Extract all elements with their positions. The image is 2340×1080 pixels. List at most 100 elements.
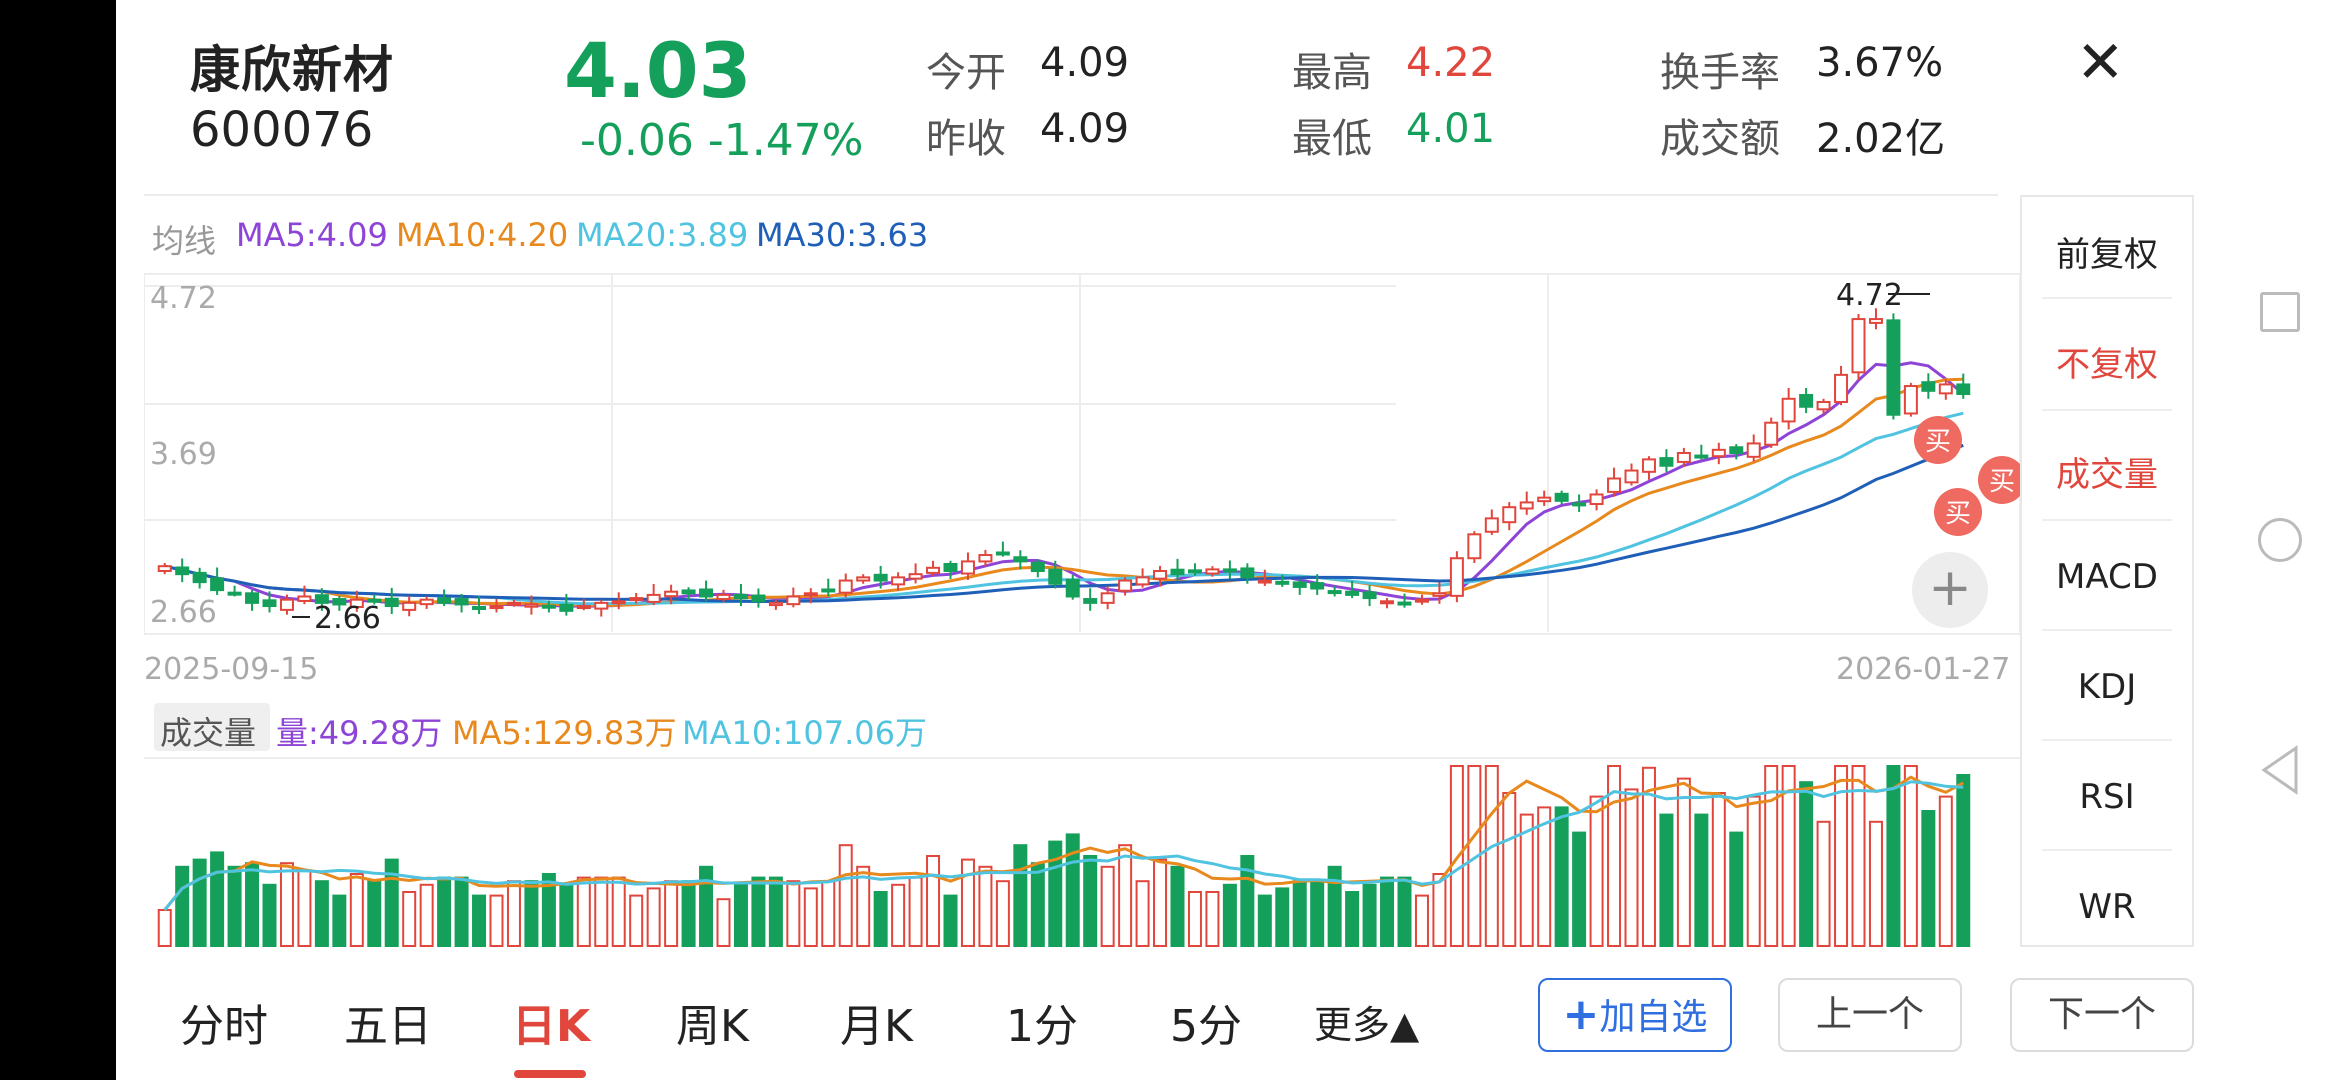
volume-bar	[576, 876, 591, 947]
volume-bar	[1938, 795, 1953, 947]
stock-detail-page: 康欣新材 600076 4.03 -0.06 -1.47% 今开 4.09 昨收…	[116, 0, 2220, 1080]
menu-kdj[interactable]: KDJ	[2022, 667, 2192, 707]
volume-bar	[1572, 831, 1587, 947]
volume-bar	[1502, 792, 1517, 947]
volume-bar	[995, 880, 1010, 947]
volume-bar	[751, 876, 766, 947]
volume-bar	[210, 851, 225, 947]
volume-ma10: MA10:107.06万	[682, 714, 927, 752]
back-icon[interactable]	[2260, 744, 2300, 796]
volume-bar	[279, 862, 294, 947]
candle	[1764, 417, 1779, 448]
end-date: 2026-01-27	[1836, 652, 2010, 687]
tab-1min[interactable]: 1分	[1006, 990, 1078, 1054]
volume-bar	[1013, 844, 1028, 947]
candle	[1903, 382, 1918, 417]
volume-bar	[1589, 795, 1604, 947]
ma-legend-label: 均线	[152, 222, 217, 260]
price-change: -0.06 -1.47%	[580, 115, 864, 166]
tab-intraday[interactable]: 分时	[180, 990, 268, 1054]
volume-bar	[1868, 820, 1883, 947]
menu-volume[interactable]: 成交量	[2022, 447, 2192, 496]
volume-bar	[1310, 880, 1325, 947]
candle	[1886, 313, 1901, 420]
low-value: 4.01	[1406, 106, 1496, 152]
tab-five-day[interactable]: 五日	[344, 990, 432, 1054]
stock-name: 康欣新材	[190, 41, 394, 99]
volume-bar	[332, 894, 347, 948]
volume-bar	[1537, 806, 1552, 948]
volume-bar	[1624, 788, 1639, 948]
recent-apps-icon[interactable]	[2260, 292, 2300, 332]
high-value: 4.22	[1406, 40, 1496, 86]
volume-bar	[402, 891, 417, 947]
low-annotation: 2.66	[314, 601, 381, 636]
buy-signal[interactable]: 买	[1914, 416, 1962, 464]
volume-bar	[873, 891, 888, 947]
volume-bar	[594, 876, 609, 947]
volume-bar	[646, 887, 661, 947]
menu-wr[interactable]: WR	[2022, 887, 2192, 927]
volume-label[interactable]: 成交量	[160, 708, 256, 754]
close-icon[interactable]: ✕	[2076, 28, 2125, 96]
volume-bar	[524, 880, 539, 947]
volume-bar	[262, 883, 277, 948]
current-price: 4.03	[564, 26, 752, 115]
buy-signal[interactable]: 买	[1934, 488, 1982, 536]
tab-more[interactable]: 更多▲	[1314, 994, 1419, 1049]
volume-bar	[629, 894, 644, 948]
plus-icon: +	[1562, 989, 1600, 1040]
volume-bar	[1257, 894, 1272, 948]
volume-bar	[297, 869, 312, 947]
volume-bar	[681, 880, 696, 947]
volume-bar	[192, 858, 207, 947]
ma5-legend: MA5:4.09	[236, 216, 388, 254]
volume-bar	[1746, 795, 1761, 947]
volume-bar	[1956, 774, 1971, 947]
menu-unadjusted[interactable]: 不复权	[2022, 337, 2192, 386]
volume-bar	[1275, 887, 1290, 947]
volume-ma5: MA5:129.83万	[452, 714, 677, 752]
candlestick-chart[interactable]: 4.72 3.69 2.66 4.72 2.66 2025-09-15 2026…	[144, 272, 2020, 692]
add-indicator-button[interactable]: +	[1912, 552, 1988, 628]
volume-bar	[803, 887, 818, 947]
volume-bar	[1118, 844, 1133, 947]
home-icon[interactable]	[2258, 518, 2302, 562]
tab-5min[interactable]: 5分	[1170, 990, 1242, 1054]
volume-bar	[926, 855, 941, 947]
volume-bar	[1886, 765, 1901, 947]
tab-weekly-k[interactable]: 周K	[676, 990, 749, 1054]
volume-bar	[768, 876, 783, 947]
menu-forward-adjusted[interactable]: 前复权	[2022, 227, 2192, 276]
volume-current: 量:49.28万	[276, 714, 443, 752]
volume-bar	[716, 898, 731, 947]
volume-bar	[559, 883, 574, 948]
menu-macd[interactable]: MACD	[2022, 557, 2192, 597]
volume-bar	[1327, 865, 1342, 947]
menu-rsi[interactable]: RSI	[2022, 777, 2192, 817]
volume-bar	[367, 880, 382, 947]
add-favorite-button[interactable]: +加自选	[1538, 978, 1732, 1052]
volume-bar	[1432, 873, 1447, 947]
volume-bar	[506, 880, 521, 947]
volume-bar	[1694, 813, 1709, 947]
volume-bar	[175, 865, 190, 947]
volume-bar	[1083, 855, 1098, 947]
volume-bar	[1676, 777, 1691, 947]
volume-bar	[978, 865, 993, 947]
ma10-legend: MA10:4.20	[396, 216, 569, 254]
stock-code: 600076	[190, 102, 374, 158]
tab-daily-k[interactable]: 日K	[512, 990, 590, 1054]
tab-monthly-k[interactable]: 月K	[840, 990, 913, 1054]
active-tab-indicator	[514, 1070, 586, 1078]
volume-bar	[664, 880, 679, 947]
volume-chart[interactable]	[144, 756, 2020, 948]
volume-bar	[245, 862, 260, 947]
amount-label: 成交额	[1660, 116, 1780, 162]
volume-bar	[699, 865, 714, 947]
volume-bar	[1362, 883, 1377, 948]
volume-bar	[1851, 765, 1866, 947]
next-stock-button[interactable]: 下一个	[2010, 978, 2194, 1052]
low-label: 最低	[1292, 116, 1372, 162]
prev-stock-button[interactable]: 上一个	[1778, 978, 1962, 1052]
